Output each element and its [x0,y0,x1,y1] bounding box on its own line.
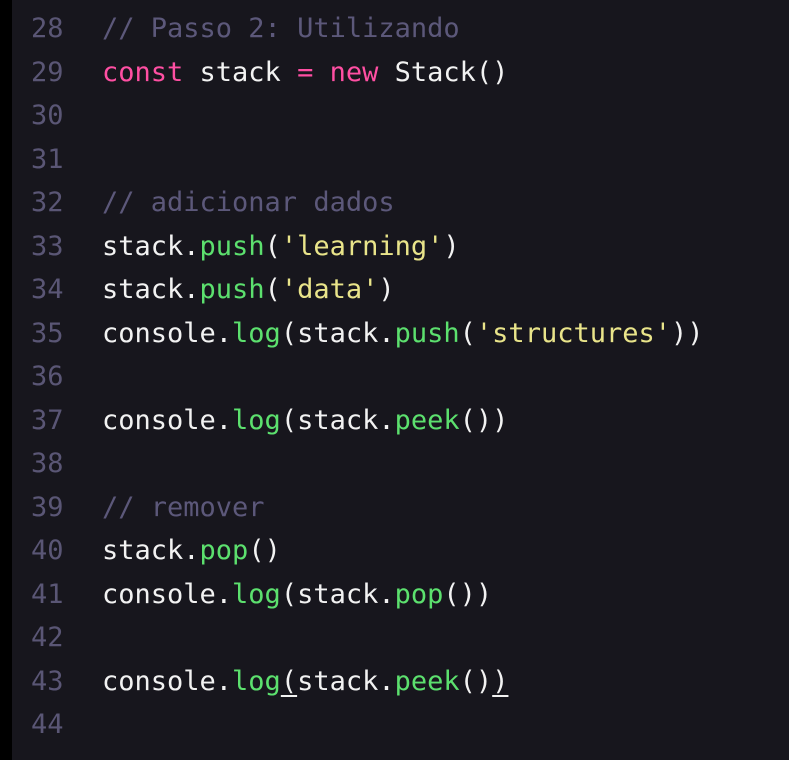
token-plain: stack [183,56,298,88]
token-method: log [232,665,281,697]
line-number: 32 [31,187,64,218]
line-number: 39 [31,491,64,523]
token-comment: // remover [102,491,265,523]
token-method: pop [199,535,249,566]
token-plain: Stack() [378,56,509,88]
token-method: log [232,317,281,349]
line-number: 31 [31,143,64,175]
token-comment: // adicionar dados [102,187,395,218]
line-number: 35 [31,317,64,349]
token-plain: console. [102,404,233,436]
token-punct: ) [492,665,509,697]
line-number: 29 [31,56,64,88]
code-text[interactable]: stack.pop() [102,529,281,573]
token-plain: console. [102,578,233,610]
code-editor[interactable]: 28 // Passo 2: Utilizando 29 const stack = … [12,0,789,760]
token-punct: ) [378,274,395,305]
token-plain: stack. [297,665,395,697]
token-punct: ()) [459,404,509,436]
token-plain: console. [102,665,233,697]
code-text[interactable]: stack.push('learning') [102,225,460,269]
line-number: 30 [31,100,64,131]
token-punct: ( [459,317,476,349]
line-number: 28 [31,13,64,44]
token-keyword: = [297,56,314,88]
token-keyword: new [329,56,379,88]
token-plain: stack. [102,274,200,305]
code-text[interactable]: console.log(stack.peek()) [102,660,508,704]
line-number: 37 [31,404,64,436]
code-text[interactable]: stack.push('data') [102,268,395,312]
token-plain: stack. [102,535,200,566]
line-number: 38 [31,448,64,479]
token-punct: () [459,665,493,697]
token-string: 'data' [280,274,379,305]
code-text[interactable]: // Passo 2: Utilizando [102,7,460,51]
token-plain: (stack. [280,578,395,610]
token-punct: ( [264,274,281,305]
token-keyword: const [102,56,184,88]
token-punct: () [248,535,281,566]
code-text[interactable]: console.log(stack.push('structures')) [102,312,704,356]
token-string: 'structures' [475,317,671,349]
code-text[interactable]: // adicionar dados [102,181,395,225]
line-number: 33 [31,230,64,262]
code-text[interactable]: console.log(stack.peek()) [102,399,508,443]
token-string: 'learning' [280,230,444,262]
token-punct: ) [443,230,460,262]
line-number: 41 [31,578,64,610]
line-number: 43 [31,665,64,697]
line-number: 34 [31,274,64,305]
token-comment: // Passo 2: Utilizando [102,13,460,44]
token-method: pop [394,578,444,610]
token-punct: ()) [443,578,493,610]
token-method: peek [394,665,460,697]
line-number: 36 [31,361,64,392]
token-method: log [232,578,281,610]
code-text[interactable]: const stack = new Stack() [102,51,508,95]
token-method: peek [394,404,460,436]
token-method: push [394,317,460,349]
token-punct: ( [280,665,298,697]
line-number: 42 [31,622,64,653]
token-plain: stack. [102,230,200,262]
line-number: 44 [31,709,64,740]
token-plain: console. [102,317,233,349]
code-text[interactable]: // remover [102,486,265,530]
token-punct: ( [264,230,281,262]
line-number: 40 [31,535,64,566]
code-text[interactable]: console.log(stack.pop()) [102,573,492,617]
token-plain: (stack. [280,404,395,436]
token-method: log [232,404,281,436]
token-plain: (stack. [280,317,395,349]
token-method: push [199,274,265,305]
token-punct: )) [671,317,704,349]
token-method: push [199,230,265,262]
